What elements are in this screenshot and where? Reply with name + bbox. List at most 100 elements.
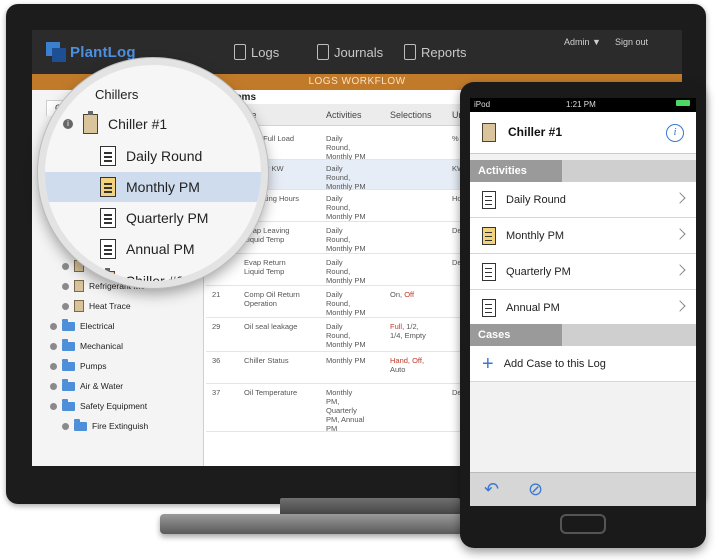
activity-row[interactable]: Monthly PM <box>470 218 696 254</box>
clipboard-icon <box>74 300 84 312</box>
selection-text: On, <box>390 290 405 299</box>
tree-item[interactable]: Air & Water <box>32 376 204 396</box>
activity-row[interactable]: Annual PM <box>470 290 696 326</box>
table-cell: Daily Round, Monthly PM <box>326 322 366 349</box>
chevron-right-icon <box>674 192 686 204</box>
expand-bullet-icon[interactable] <box>50 342 57 350</box>
mg-item-label: Daily Round <box>126 148 203 164</box>
mg-item-label: Quarterly PM <box>126 210 209 226</box>
carrier-label: iPod <box>474 100 491 109</box>
tree-item[interactable]: Safety Equipment <box>32 396 204 416</box>
activity-label: Monthly PM <box>506 229 565 242</box>
folder-icon <box>62 378 75 391</box>
tree-item[interactable]: Electrical <box>32 316 204 336</box>
mg-item-label: Annual PM <box>126 241 195 257</box>
expand-bullet-icon[interactable] <box>50 402 57 410</box>
activity-row[interactable]: Quarterly PM <box>470 254 696 290</box>
table-cell: 36 <box>212 356 221 365</box>
expand-bullet-icon[interactable] <box>50 322 57 330</box>
selection-alert-text: Hand, Off <box>390 356 422 365</box>
table-cell: Monthly PM, Quarterly PM, Annual PM <box>326 388 365 433</box>
folder-icon <box>62 318 75 331</box>
mg-chiller-1[interactable]: i Chiller #1 <box>63 109 261 139</box>
selections-cell: On, Off <box>390 290 414 299</box>
selection-alert-text: Off <box>404 290 415 299</box>
plantlog-logo[interactable]: PlantLog <box>46 42 136 62</box>
expand-bullet-icon[interactable] <box>50 362 57 370</box>
clipboard-icon <box>482 123 496 142</box>
clipboard-icon <box>234 44 246 60</box>
activity-row[interactable]: Daily Round <box>470 182 696 218</box>
admin-menu[interactable]: Admin ▼ <box>564 37 601 47</box>
phone-screen: iPod 1:21 PM Chiller #1 i Activities Dai… <box>470 98 696 506</box>
tree-item-label: Heat Trace <box>89 301 131 311</box>
cancel-icon[interactable]: ⊘ <box>528 480 543 498</box>
status-time: 1:21 PM <box>566 100 596 109</box>
selections-cell: Hand, Off, Auto <box>390 356 424 374</box>
document-icon <box>482 298 496 317</box>
nav-journals[interactable]: Journals <box>317 44 383 60</box>
expand-bullet-icon[interactable] <box>50 382 57 390</box>
phone-header: Chiller #1 i <box>470 112 696 154</box>
logo-text: PlantLog <box>70 43 136 61</box>
mg-chiller-2-label: Chiller #2 <box>125 273 185 288</box>
document-highlight-icon <box>100 177 116 197</box>
cases-header-label: Cases <box>470 324 562 346</box>
table-cell: Oil seal leakage <box>244 322 298 331</box>
tree-item[interactable]: Mechanical <box>32 336 204 356</box>
status-bar: iPod 1:21 PM <box>470 98 696 112</box>
table-cell: Comp Oil Return Operation <box>244 290 300 308</box>
chevron-right-icon <box>674 264 686 276</box>
tree-item-label: Fire Extinguish <box>92 421 149 431</box>
chevron-right-icon <box>674 300 686 312</box>
header-selections[interactable]: Selections <box>390 110 432 120</box>
document-icon <box>100 146 116 166</box>
mg-item-quarterly-pm[interactable]: Quarterly PM <box>100 203 261 233</box>
battery-icon <box>676 100 690 106</box>
expand-bullet-icon[interactable] <box>62 262 69 270</box>
header-activities[interactable]: Activities <box>326 110 362 120</box>
mg-item-daily-round[interactable]: Daily Round <box>100 141 261 171</box>
document-icon <box>482 226 496 245</box>
tree-item[interactable]: Pumps <box>32 356 204 376</box>
notebook-icon <box>317 44 329 60</box>
phone-toolbar: ↶ ⊘ <box>470 472 696 506</box>
clipboard-icon <box>74 280 84 292</box>
sign-out-link[interactable]: Sign out <box>615 37 648 47</box>
tree-item-label: Mechanical <box>80 341 123 351</box>
mg-item-monthly-pm[interactable]: Monthly PM <box>45 172 261 202</box>
nav-logs[interactable]: Logs <box>234 44 279 60</box>
chevron-right-icon <box>674 228 686 240</box>
table-cell: Oil Temperature <box>244 388 298 397</box>
nav-reports[interactable]: Reports <box>404 44 467 60</box>
tree-item-label: Electrical <box>80 321 115 331</box>
expand-bullet-icon[interactable] <box>62 302 69 310</box>
table-cell: Daily Round, Monthly PM <box>326 290 366 317</box>
table-cell: % <box>452 134 459 143</box>
tree-item[interactable]: Heat Trace <box>32 296 204 316</box>
phone-title: Chiller #1 <box>508 125 563 139</box>
folder-icon <box>62 338 75 351</box>
clipboard-icon <box>83 111 98 134</box>
tree-item-label: Air & Water <box>80 381 124 391</box>
table-cell: 21 <box>212 290 221 299</box>
cases-section-header: Cases <box>470 324 696 346</box>
document-icon <box>100 239 116 259</box>
table-cell: Chiller Status <box>244 356 289 365</box>
tree-item[interactable]: Fire Extinguish <box>32 416 204 436</box>
add-case-button[interactable]: + Add Case to this Log <box>470 346 696 382</box>
home-button[interactable] <box>560 514 606 534</box>
back-arrow-icon[interactable]: ↶ <box>484 480 499 498</box>
nav-reports-label: Reports <box>421 44 467 60</box>
activity-label: Quarterly PM <box>506 265 571 278</box>
table-cell: Daily Round, Monthly PM <box>326 134 366 161</box>
expand-bullet-icon[interactable] <box>62 282 69 290</box>
mg-item-annual-pm[interactable]: Annual PM <box>100 234 261 264</box>
mg-chillers-label: Chillers <box>95 86 139 102</box>
expand-bullet-icon[interactable] <box>62 422 69 430</box>
info-icon: i <box>63 119 73 129</box>
logo-icon <box>46 42 66 62</box>
table-cell: 37 <box>212 388 221 397</box>
mg-chiller-1-label: Chiller #1 <box>108 116 168 132</box>
info-icon[interactable]: i <box>666 124 684 142</box>
